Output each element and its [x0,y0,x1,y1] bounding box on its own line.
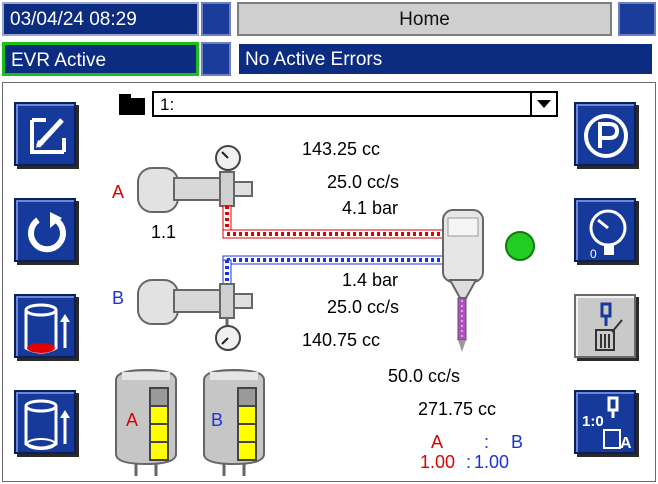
system-status: EVR Active [2,42,199,76]
tank-fill-icon [24,399,70,450]
screen-title: Home [237,2,612,36]
ratio-separator-top: : [484,432,490,452]
status-indicator-2 [618,2,656,36]
side-b-volume: 140.75 cc [302,330,381,350]
tank-fill-red-icon [24,303,70,354]
side-b-label: B [112,288,125,308]
pump-a-icon [137,145,253,213]
side-b-flow: 25.0 cc/s [327,297,400,317]
ratio-value-a: 1.00 [420,452,456,472]
fill-tank-a-button[interactable] [14,294,76,358]
mix-head-icon [442,209,484,352]
recipe-selected: 1: [160,95,175,114]
edit-icon [30,118,66,154]
mix-flow: 50.0 cc/s [388,366,461,386]
status-led-icon [505,231,535,261]
mix-volume: 271.75 cc [418,399,497,419]
date-time-display: 03/04/24 08:29 [2,2,199,36]
tank-a-label: A [126,410,139,430]
side-a-label: A [112,182,125,202]
ratio-check-icon: 1:0 A [582,396,632,452]
side-a-flow: 25.0 cc/s [327,172,400,192]
side-a-pressure: 4.1 bar [342,198,399,218]
side-b-pressure: 1.4 bar [342,270,399,290]
ratio-value-b: 1.00 [474,452,510,472]
ratio-separator: : [466,452,472,472]
svg-text:1:0: 1:0 [582,413,604,430]
pump-b-icon [137,279,253,351]
tank-b-label: B [211,410,224,430]
error-status: No Active Errors [237,42,654,76]
ratio-check-button[interactable]: 1:0 A [574,390,636,454]
dispense-waste-button[interactable] [574,294,636,358]
svg-text:A: A [620,435,632,452]
chevron-down-icon [537,100,551,108]
edit-button[interactable] [14,102,76,166]
pressure-check-button[interactable]: 0 [574,198,636,262]
fill-tank-b-button[interactable] [14,390,76,454]
status-indicator-1 [201,2,231,36]
svg-text:0: 0 [590,247,597,261]
hose-a [222,205,444,239]
tank-a-icon [115,368,177,476]
dispense-waste-icon [595,302,623,351]
park-icon [584,114,628,158]
hose-b [222,255,444,291]
folder-icon [119,94,145,115]
dropdown-arrow[interactable] [530,93,556,115]
park-button[interactable] [574,102,636,166]
reset-button[interactable] [14,198,76,262]
side-a-volume: 143.25 cc [302,139,381,159]
recipe-dropdown[interactable]: 1: [152,91,558,117]
gauge-icon: 0 [589,209,627,261]
side-a-ratio-value: 1.1 [151,222,177,242]
ratio-label-a: A [431,432,444,452]
reset-icon [28,212,66,253]
status-indicator-3 [201,42,231,76]
ratio-label-b: B [511,432,524,452]
